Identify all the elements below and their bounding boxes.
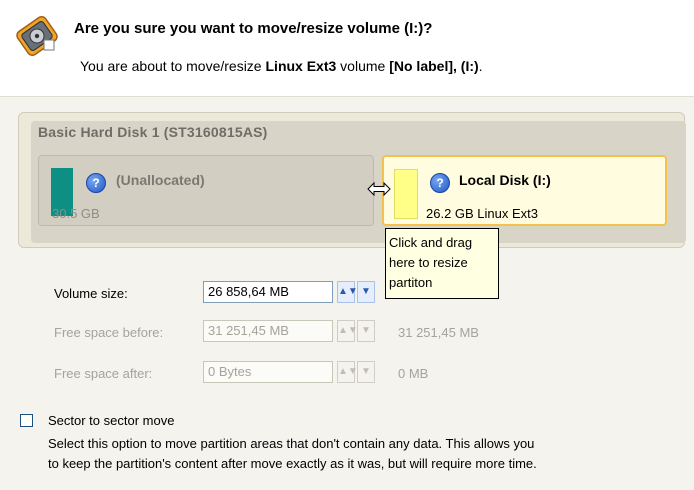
free-after-unit-dropdown[interactable]: ▼ xyxy=(357,361,375,383)
resize-arrows-cursor-icon[interactable] xyxy=(367,181,391,197)
local-disk-name: Local Disk (I:) xyxy=(459,172,551,188)
volume-size-spinner[interactable]: ▲▼ xyxy=(337,281,358,303)
free-after-spinner[interactable]: ▲▼ xyxy=(337,361,358,383)
local-disk-size: 26.2 GB Linux Ext3 xyxy=(426,206,539,221)
free-before-label: Free space before: xyxy=(54,325,164,340)
volume-size-unit-dropdown[interactable]: ▼ xyxy=(357,281,375,303)
confirm-description: You are about to move/resize Linux Ext3 … xyxy=(80,58,483,74)
free-after-input[interactable]: 0 Bytes xyxy=(203,361,333,383)
desc-middle: volume xyxy=(336,58,390,74)
desc-filesystem: Linux Ext3 xyxy=(265,58,337,74)
unallocated-size: 30.5 GB xyxy=(52,206,100,221)
free-after-label: Free space after: xyxy=(54,366,153,381)
desc-prefix: You are about to move/resize xyxy=(80,58,266,74)
unallocated-name: (Unallocated) xyxy=(116,172,205,188)
free-before-spinner[interactable]: ▲▼ xyxy=(337,320,358,342)
tooltip-line-2: here to resize xyxy=(389,255,468,270)
free-before-input[interactable]: 31 251,45 MB xyxy=(203,320,333,342)
desc-volume: [No label], (I:) xyxy=(389,58,479,74)
sector-move-checkbox[interactable] xyxy=(20,414,33,427)
header-divider xyxy=(0,96,694,98)
help-question-icon[interactable]: ? xyxy=(430,173,450,193)
free-after-value: 0 MB xyxy=(398,366,429,381)
tooltip-line-1: Click and drag xyxy=(389,235,473,250)
sector-move-desc-line-2: to keep the partition's content after mo… xyxy=(48,456,537,471)
confirm-title: Are you sure you want to move/resize vol… xyxy=(74,20,433,37)
ext3-color-swatch xyxy=(394,169,418,219)
resize-tooltip: Click and drag here to resize partiton xyxy=(385,228,499,299)
desc-suffix: . xyxy=(478,58,483,74)
sector-move-desc-line-1: Select this option to move partition are… xyxy=(48,436,535,451)
hard-disk-wizard-icon xyxy=(16,15,58,57)
sector-move-label[interactable]: Sector to sector move xyxy=(48,413,174,428)
disk-title: Basic Hard Disk 1 (ST3160815AS) xyxy=(38,124,268,140)
free-before-value: 31 251,45 MB xyxy=(398,325,479,340)
volume-size-input[interactable]: 26 858,64 MB xyxy=(203,281,333,303)
free-before-unit-dropdown[interactable]: ▼ xyxy=(357,320,375,342)
volume-size-label: Volume size: xyxy=(54,286,128,301)
tooltip-line-3: partiton xyxy=(389,275,433,290)
help-question-icon[interactable]: ? xyxy=(86,173,106,193)
wizard-header xyxy=(0,0,694,96)
